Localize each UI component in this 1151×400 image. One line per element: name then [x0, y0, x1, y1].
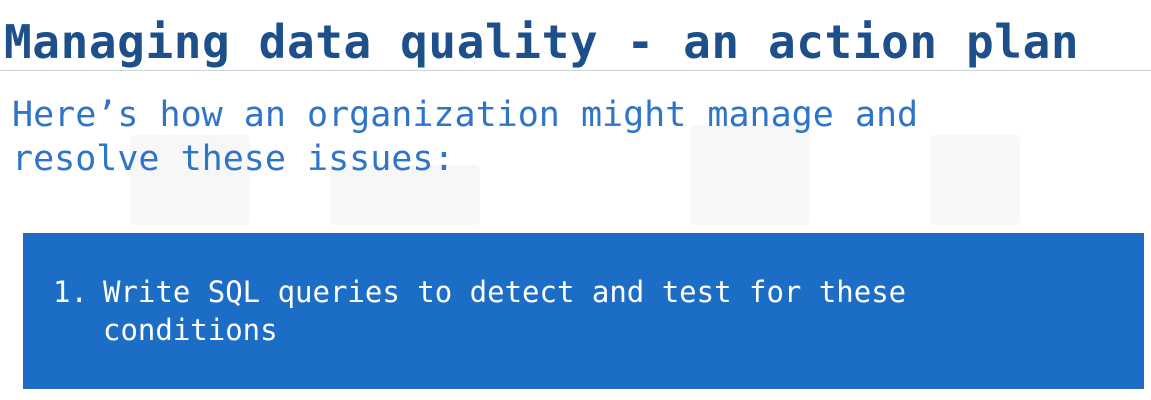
subtitle-line: resolve these issues: — [12, 139, 455, 179]
slide-title: Managing data quality - an action plan — [4, 15, 1080, 69]
action-step: 1. Write SQL queries to detect and test … — [53, 273, 1113, 349]
title-divider — [0, 70, 1151, 71]
slide: Managing data quality - an action plan H… — [0, 0, 1151, 400]
step-text: Write SQL queries to detect and test for… — [103, 275, 907, 347]
step-number: 1. — [53, 275, 88, 309]
action-step-box: 1. Write SQL queries to detect and test … — [23, 233, 1144, 389]
subtitle-line: Here’s how an organization might manage … — [12, 95, 919, 135]
slide-subtitle: Here’s how an organization might manage … — [12, 93, 1112, 181]
